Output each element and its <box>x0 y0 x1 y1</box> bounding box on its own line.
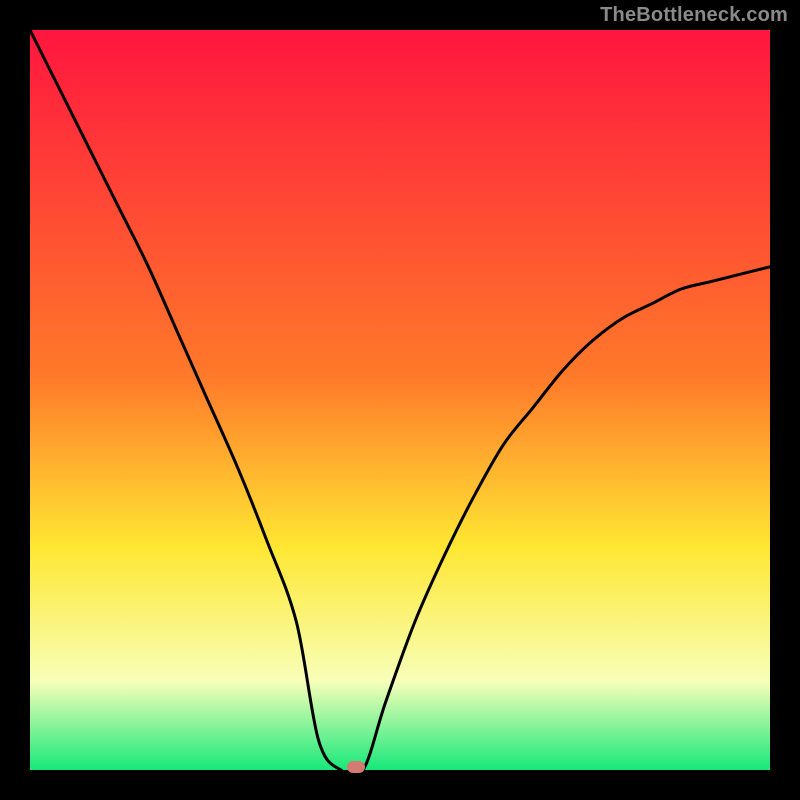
chart-frame: TheBottleneck.com <box>0 0 800 800</box>
plot-area <box>30 30 770 770</box>
optimal-point-marker <box>347 761 365 773</box>
bottleneck-curve <box>30 30 770 770</box>
watermark-text: TheBottleneck.com <box>600 4 788 27</box>
